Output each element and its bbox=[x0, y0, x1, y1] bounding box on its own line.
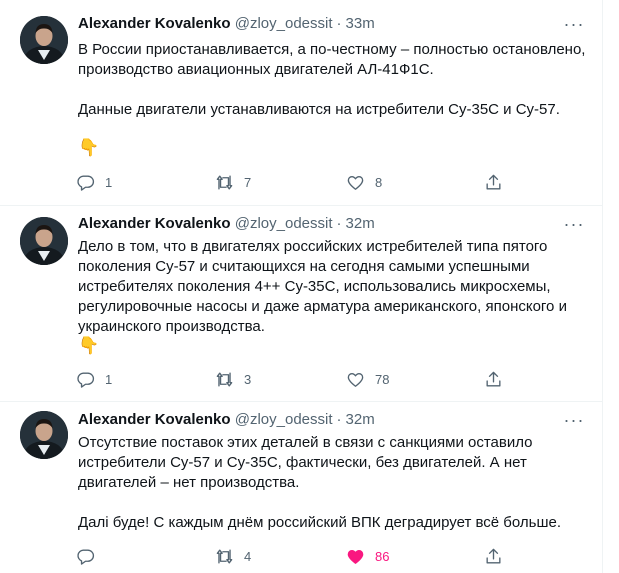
heart-icon bbox=[347, 175, 364, 190]
reply-icon bbox=[77, 371, 95, 388]
tweet-actions: 1 7 8 bbox=[70, 172, 510, 192]
retweet-count: 7 bbox=[244, 174, 252, 190]
retweet-button[interactable]: 7 bbox=[215, 172, 251, 192]
tweet-text: Отсутствие поставок этих деталей в связи… bbox=[78, 434, 562, 531]
retweet-icon bbox=[216, 174, 233, 190]
timestamp[interactable]: 32m bbox=[346, 411, 375, 428]
author-handle[interactable]: @zloy_odessit bbox=[235, 411, 333, 428]
retweet-button[interactable]: 4 bbox=[215, 546, 251, 566]
retweet-button[interactable]: 3 bbox=[215, 369, 251, 389]
reply-count: 1 bbox=[105, 371, 113, 387]
tweet-header: Alexander Kovalenko @zloy_odessit · 32m bbox=[78, 410, 375, 430]
tweet-actions: 1 3 78 bbox=[70, 369, 510, 389]
avatar[interactable] bbox=[20, 217, 68, 265]
share-icon bbox=[486, 548, 501, 564]
separator-dot: · bbox=[336, 15, 342, 32]
tweet[interactable]: Alexander Kovalenko @zloy_odessit · 32m ··… bbox=[0, 401, 602, 573]
reply-icon bbox=[77, 548, 95, 565]
reply-button[interactable] bbox=[76, 546, 105, 566]
tweet-actions: 4 86 bbox=[70, 546, 510, 566]
tweet-header: Alexander Kovalenko @zloy_odessit · 33m bbox=[78, 14, 375, 34]
like-count: 78 bbox=[375, 371, 390, 387]
share-button[interactable] bbox=[484, 369, 503, 389]
separator-dot: · bbox=[336, 215, 342, 232]
pointing-down-emoji: 👇 bbox=[78, 138, 100, 157]
tweet-text: Дело в том, что в двигателях российских … bbox=[78, 238, 567, 335]
retweet-icon bbox=[216, 548, 233, 564]
avatar[interactable] bbox=[20, 16, 68, 64]
heart-icon bbox=[347, 549, 364, 564]
retweet-count: 4 bbox=[244, 548, 252, 564]
like-button[interactable]: 8 bbox=[346, 172, 382, 192]
author-name[interactable]: Alexander Kovalenko bbox=[78, 15, 231, 32]
reply-count: 1 bbox=[105, 174, 113, 190]
tweet[interactable]: Alexander Kovalenko @zloy_odessit · 32m ··… bbox=[0, 205, 602, 402]
tweet[interactable]: Alexander Kovalenko @zloy_odessit · 33m ··… bbox=[0, 0, 602, 206]
more-options-icon[interactable]: ··· bbox=[562, 411, 586, 434]
tweet-thread: Alexander Kovalenko @zloy_odessit · 33m ··… bbox=[0, 0, 603, 573]
avatar[interactable] bbox=[20, 411, 68, 459]
more-options-icon[interactable]: ··· bbox=[562, 215, 586, 238]
author-handle[interactable]: @zloy_odessit bbox=[235, 215, 333, 232]
author-handle[interactable]: @zloy_odessit bbox=[235, 15, 333, 32]
retweet-count: 3 bbox=[244, 371, 252, 387]
like-button[interactable]: 86 bbox=[346, 546, 389, 566]
pointing-down-emoji: 👇 bbox=[78, 336, 100, 355]
like-count: 8 bbox=[375, 174, 383, 190]
share-button[interactable] bbox=[484, 546, 503, 566]
more-options-icon[interactable]: ··· bbox=[562, 15, 586, 38]
tweet-header: Alexander Kovalenko @zloy_odessit · 32m bbox=[78, 214, 375, 234]
separator-dot: · bbox=[336, 411, 342, 428]
reply-button[interactable]: 1 bbox=[76, 172, 112, 192]
retweet-icon bbox=[216, 371, 233, 387]
author-name[interactable]: Alexander Kovalenko bbox=[78, 411, 231, 428]
timestamp[interactable]: 33m bbox=[346, 15, 375, 32]
author-name[interactable]: Alexander Kovalenko bbox=[78, 215, 231, 232]
like-count: 86 bbox=[375, 548, 390, 564]
share-icon bbox=[486, 174, 501, 190]
like-button[interactable]: 78 bbox=[346, 369, 389, 389]
reply-icon bbox=[77, 174, 95, 191]
timestamp[interactable]: 32m bbox=[346, 215, 375, 232]
share-icon bbox=[486, 371, 501, 387]
heart-icon bbox=[347, 372, 364, 387]
share-button[interactable] bbox=[484, 172, 503, 192]
tweet-text: В России приостанавливается, а по-честно… bbox=[78, 41, 586, 118]
reply-button[interactable]: 1 bbox=[76, 369, 112, 389]
